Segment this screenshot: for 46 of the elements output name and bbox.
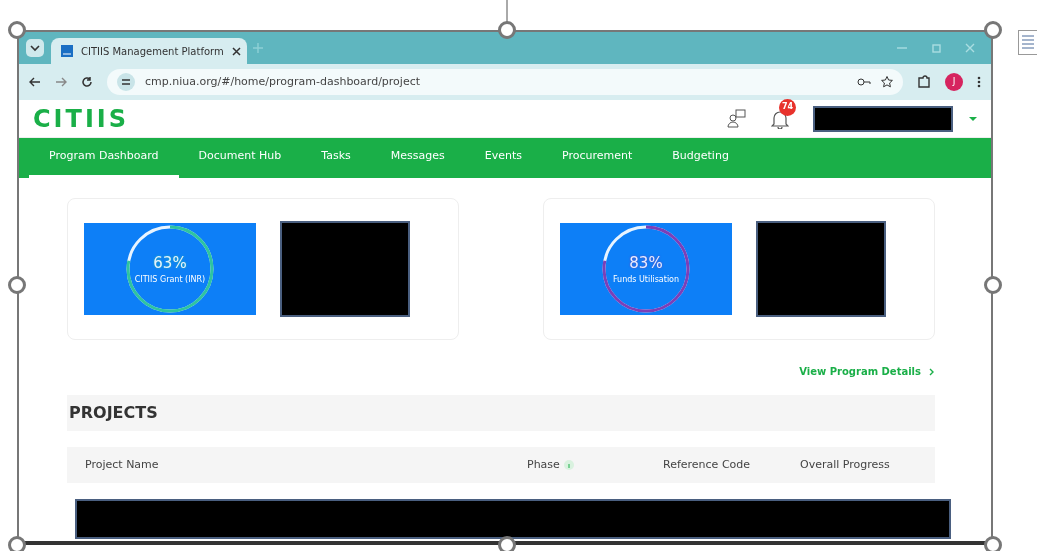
chart-label: Funds Utilisation xyxy=(612,274,680,287)
nav-tab[interactable]: Events xyxy=(464,138,542,178)
resize-handle[interactable] xyxy=(984,21,1002,39)
nav-tab[interactable]: Budgeting xyxy=(652,138,749,178)
forward-icon[interactable] xyxy=(55,76,67,88)
chart-label: CITIIS Grant (INR) xyxy=(134,274,206,287)
url-text: cmp.niua.org/#/home/program-dashboard/project xyxy=(145,73,422,90)
resize-handle[interactable] xyxy=(8,21,26,39)
address-bar[interactable]: cmp.niua.org/#/home/program-dashboard/project xyxy=(107,69,903,95)
chat-users-icon[interactable] xyxy=(727,109,747,128)
chevron-right-icon xyxy=(929,367,935,376)
star-icon[interactable] xyxy=(881,76,893,88)
site-icon xyxy=(61,45,73,57)
resize-handle[interactable] xyxy=(8,276,26,294)
resize-handle[interactable] xyxy=(984,536,1002,551)
caret-icon[interactable] xyxy=(969,116,977,121)
nav-tab[interactable]: Program Dashboard xyxy=(29,138,179,178)
back-icon[interactable] xyxy=(29,76,41,88)
column-header[interactable]: Phase xyxy=(527,456,560,474)
resize-handle[interactable] xyxy=(498,21,516,39)
percent-value: 63% xyxy=(153,252,187,274)
bell-icon[interactable] xyxy=(771,109,789,129)
column-header[interactable]: Overall Progress xyxy=(800,456,890,474)
nav-tab[interactable]: Tasks xyxy=(301,138,371,178)
layout-options-icon[interactable] xyxy=(1018,30,1037,55)
menu-icon[interactable] xyxy=(977,76,981,88)
resize-handle[interactable] xyxy=(8,536,26,551)
key-icon[interactable] xyxy=(857,77,871,87)
connector-line xyxy=(506,0,508,22)
column-header[interactable]: Project Name xyxy=(85,456,159,474)
logo: CITIIS xyxy=(33,106,130,131)
reload-icon[interactable] xyxy=(81,76,93,88)
column-header[interactable]: Reference Code xyxy=(663,456,751,474)
nav-tab[interactable]: Document Hub xyxy=(178,138,302,178)
close-icon[interactable] xyxy=(231,46,241,56)
nav-tab[interactable]: Procurement xyxy=(542,138,653,178)
percent-value: 83% xyxy=(629,252,663,274)
resize-handle[interactable] xyxy=(984,276,1002,294)
view-details-link[interactable]: View Program Details xyxy=(799,364,935,379)
profile-avatar[interactable]: J xyxy=(945,73,963,91)
extensions-icon[interactable] xyxy=(917,75,931,89)
browser-tab[interactable]: CITIIS Management Platform xyxy=(51,38,247,64)
site-settings-icon[interactable] xyxy=(117,73,135,91)
tab-list-button[interactable] xyxy=(25,38,45,58)
nav-tab[interactable]: Messages xyxy=(370,138,465,178)
section-title: PROJECTS xyxy=(67,395,935,431)
